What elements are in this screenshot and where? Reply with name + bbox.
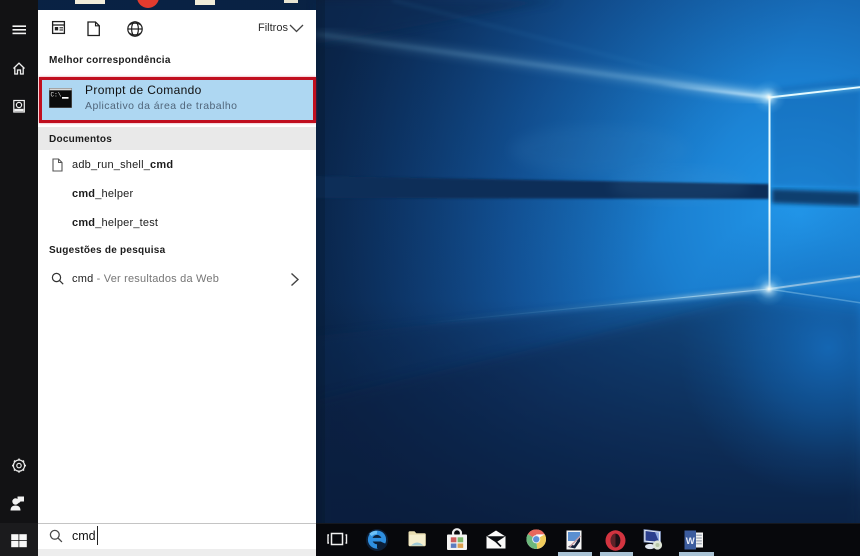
svg-text:C:\: C:\ — [50, 91, 61, 98]
svg-text:W: W — [686, 536, 695, 547]
